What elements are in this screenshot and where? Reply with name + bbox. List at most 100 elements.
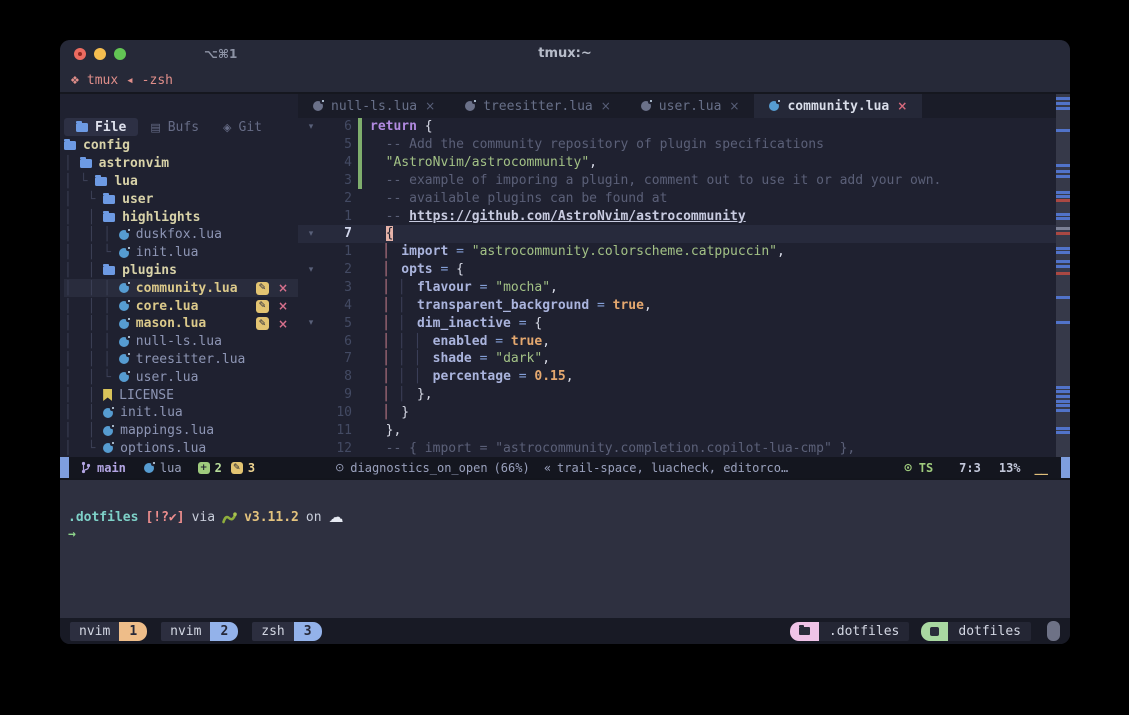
tree-item-init.lua[interactable]: │ │ init.lua [64,404,298,422]
scrollbar-mark [1056,195,1070,198]
tree-item-treesitter.lua[interactable]: │ │ │ treesitter.lua [64,351,298,369]
close-buffer-icon[interactable]: × [425,99,435,113]
tree-guide: │ │ └ [64,370,119,385]
modified-badge-icon: ✎ [256,300,269,313]
code-line: 8 ▏ ▏ ▏ percentage = 0.15, [298,368,1056,386]
tree-item-label: options.lua [120,441,206,456]
sign-column [358,243,362,261]
lua-file-icon [103,443,113,453]
scrollbar-mark [1056,232,1070,235]
buffer-tab-user.lua[interactable]: user.lua× [626,94,755,118]
line-number: 6 [318,334,358,349]
prompt-directory: .dotfiles [68,510,138,525]
scrollbar-mark [1056,386,1070,389]
tree-item-duskfox.lua[interactable]: │ │ │ duskfox.lua [64,226,298,244]
scrollbar-mark [1056,409,1070,412]
line-number: 1 [318,244,358,259]
tmux-window-3[interactable]: zsh3 [252,622,321,641]
cursor-block: { [386,226,394,241]
tree-item-core.lua[interactable]: │ │ │ core.lua✎× [64,297,298,315]
sign-column [358,350,362,368]
shell-pane[interactable]: .dotfiles [!?✔] via v3.11.2 on ☁ → [60,478,1070,618]
scrollbar[interactable] [1056,94,1070,457]
unsaved-close-icon[interactable]: × [278,317,288,331]
neotree-tab-file[interactable]: File [64,118,138,136]
tmux-window-1[interactable]: nvim1 [70,622,147,641]
tree-guide: │ │ [64,423,103,438]
folder-icon [103,195,115,204]
tree-item-label: astronvim [99,156,169,171]
code-text: -- https://github.com/AstroNvim/astrocom… [370,209,746,224]
fold-chevron-icon[interactable]: ▾ [304,122,318,132]
filetype-segment: lua [144,461,182,475]
python-version: v3.11.2 [244,510,299,525]
neotree-tab-git[interactable]: ◈Git [211,118,274,136]
tree-guide: │ └ [64,192,103,207]
code-text: ▏ ▏ ▏ percentage = 0.15, [370,369,574,384]
line-number: 4 [318,298,358,313]
tree-item-mason.lua[interactable]: │ │ │ mason.lua✎× [64,315,298,333]
neotree-source-tabs: File▤Bufs◈Git [64,118,298,136]
fold-chevron-icon[interactable]: ▾ [304,229,318,239]
tree-item-null-ls.lua[interactable]: │ │ │ null-ls.lua [64,333,298,351]
close-buffer-icon[interactable]: × [897,99,907,113]
unsaved-close-icon[interactable]: × [278,281,288,295]
fold-chevron-icon[interactable]: ▾ [304,318,318,328]
tree-item-user[interactable]: │ └ user [64,190,298,208]
formatters-icon: « [544,461,551,475]
buffer-tab-null-ls.lua[interactable]: null-ls.lua× [298,94,450,118]
tree-guide: │ │ │ [64,227,119,242]
lua-file-icon [465,101,475,111]
tree-item-label: null-ls.lua [136,334,222,349]
tree-item-config[interactable]: config [64,137,298,155]
tree-item-community.lua[interactable]: │ │ │ community.lua✎× [64,279,298,297]
fold-column [304,158,318,168]
tree-item-mappings.lua[interactable]: │ │ mappings.lua [64,422,298,440]
tree-item-highlights[interactable]: │ │ highlights [64,208,298,226]
fold-column [304,425,318,435]
neotree-sidebar: File▤Bufs◈Git config│ astronvim│ └ lua│ … [60,94,298,457]
fold-chevron-icon[interactable]: ▾ [304,265,318,275]
tree-item-lua[interactable]: │ └ lua [64,173,298,191]
unsaved-close-icon[interactable]: × [278,299,288,313]
tmux-session-label: dotfiles [948,622,1031,641]
scroll-pill[interactable] [1047,621,1060,641]
close-buffer-icon[interactable]: × [729,99,739,113]
code-text: ▏ ▏ transparent_background = true, [370,298,652,313]
scrollbar-mark [1056,227,1070,230]
fold-column [304,354,318,364]
code-line: 12 -- { import = "astrocommunity.complet… [298,439,1056,457]
statusline-right: ⊙ TS 7:3 13% __ [904,457,1071,478]
tree-item-init.lua[interactable]: │ │ └ init.lua [64,244,298,262]
tree-item-options.lua[interactable]: │ └ options.lua [64,440,298,457]
tree-item-astronvim[interactable]: │ astronvim [64,155,298,173]
git-added-sign [358,118,362,136]
tree-item-plugins[interactable]: │ │ plugins [64,262,298,280]
modified-badge-icon: ✎ [256,282,269,295]
sign-column [358,279,362,297]
tree-item-label: mason.lua [136,316,206,331]
lua-file-icon [119,283,129,293]
sign-column [358,332,362,350]
terminal-window: ⌥⌘1 tmux:~ ❖ tmux ◂ -zsh File▤Bufs◈Git c… [60,40,1070,644]
mode-indicator-right [1061,457,1070,478]
lsp-status-text: diagnostics_on_open [350,461,487,475]
tree-item-LICENSE[interactable]: │ │ LICENSE [64,386,298,404]
neotree-tab-bufs[interactable]: ▤Bufs [138,118,211,136]
buffer-tab-treesitter.lua[interactable]: treesitter.lua× [450,94,626,118]
close-buffer-icon[interactable]: × [601,99,611,113]
scrollbar-mark [1056,400,1070,403]
tmux-window-2[interactable]: nvim2 [161,622,238,641]
code-editor[interactable]: ▾6return { 5 -- Add the community reposi… [298,118,1056,457]
tree-guide: │ │ └ [64,245,119,260]
tmux-path-label: .dotfiles [819,622,909,641]
buffer-tab-community.lua[interactable]: community.lua× [754,94,922,118]
filetype-label: lua [160,461,182,475]
code-line: ▾6return { [298,118,1056,136]
scrollbar-mark [1056,427,1070,430]
fold-column [304,300,318,310]
terminal-tab-bar[interactable]: ❖ tmux ◂ -zsh [60,68,1070,94]
git-added-count: 2 [215,461,222,475]
lua-file-icon [119,372,129,382]
tree-item-user.lua[interactable]: │ │ └ user.lua [64,368,298,386]
